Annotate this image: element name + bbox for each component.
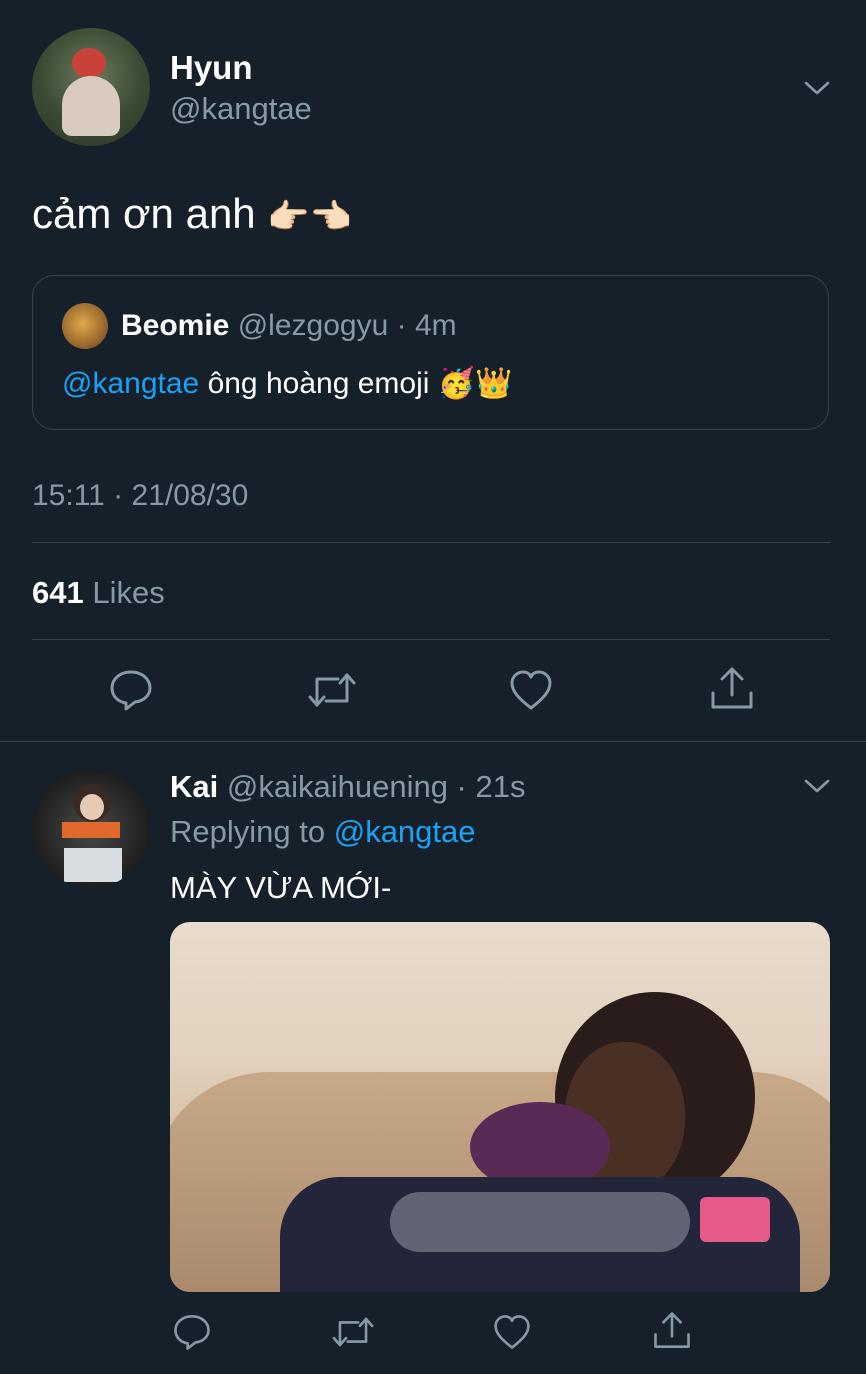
reply-icon[interactable] — [108, 667, 154, 713]
avatar-face — [80, 794, 104, 820]
quoted-author-line: Beomie @lezgogyu · 4m — [121, 306, 457, 346]
replying-to-line: Replying to @kangtae — [170, 812, 476, 852]
tweet-text: cảm ơn anh 👉🏻👈🏻 — [32, 188, 352, 243]
quoted-dot: · — [388, 309, 415, 342]
likes-count: 641 — [32, 575, 84, 610]
divider — [32, 542, 830, 543]
quoted-text-body: ông hoàng emoji — [207, 367, 430, 400]
reply-author-handle[interactable]: @kaikaihuening — [227, 769, 448, 804]
retweet-icon[interactable] — [306, 667, 358, 713]
likes-stat[interactable]: 641 Likes — [32, 573, 165, 613]
reply-author-name[interactable]: Kai — [170, 769, 218, 804]
heart-icon[interactable] — [508, 668, 554, 712]
quoted-text: @kangtae ông hoàng emoji 🥳👑 — [62, 364, 512, 404]
tweet-text-emoji: 👉🏻👈🏻 — [267, 198, 353, 236]
quoted-tweet-card[interactable]: Beomie @lezgogyu · 4m @kangtae ông hoàng… — [32, 275, 829, 430]
author-name[interactable]: Hyun — [170, 48, 253, 88]
avatar-collar — [62, 822, 120, 838]
share-icon[interactable] — [652, 1310, 692, 1352]
photo-blanket-pattern — [390, 1192, 690, 1252]
avatar-paper — [64, 848, 122, 882]
likes-label: Likes — [92, 575, 165, 610]
replying-to-label: Replying to — [170, 814, 326, 849]
replying-to-handle[interactable]: @kangtae — [334, 814, 476, 849]
reply-icon[interactable] — [172, 1312, 212, 1352]
chevron-down-icon[interactable] — [802, 74, 832, 100]
reply-time[interactable]: 21s — [476, 769, 526, 804]
reply-author-avatar[interactable] — [32, 770, 150, 888]
quoted-time[interactable]: 4m — [415, 309, 457, 342]
avatar-figure — [72, 48, 106, 78]
quoted-author-name[interactable]: Beomie — [121, 309, 229, 342]
author-avatar[interactable] — [32, 28, 150, 146]
quoted-author-avatar[interactable] — [62, 303, 108, 349]
photo-pink-item — [700, 1197, 770, 1242]
section-divider — [0, 741, 866, 742]
divider — [32, 639, 830, 640]
reply-media-image[interactable] — [170, 922, 830, 1292]
heart-icon[interactable] — [492, 1313, 532, 1351]
quoted-mention[interactable]: @kangtae — [62, 367, 199, 400]
tweet-timestamp[interactable]: 15:11 · 21/08/30 — [32, 476, 248, 516]
quoted-text-emoji: 🥳👑 — [437, 367, 513, 400]
avatar-body — [62, 76, 120, 136]
share-icon[interactable] — [709, 665, 755, 713]
retweet-icon[interactable] — [330, 1312, 376, 1352]
chevron-down-icon[interactable] — [802, 772, 832, 798]
quoted-author-handle[interactable]: @lezgogyu — [238, 309, 389, 342]
reply-dot: · — [447, 769, 476, 804]
author-handle[interactable]: @kangtae — [170, 90, 312, 128]
reply-author-line: Kai @kaikaihuening · 21s — [170, 767, 525, 807]
tweet-text-body: cảm ơn anh — [32, 190, 256, 237]
reply-text: MÀY VỪA MỚI- — [170, 870, 392, 905]
